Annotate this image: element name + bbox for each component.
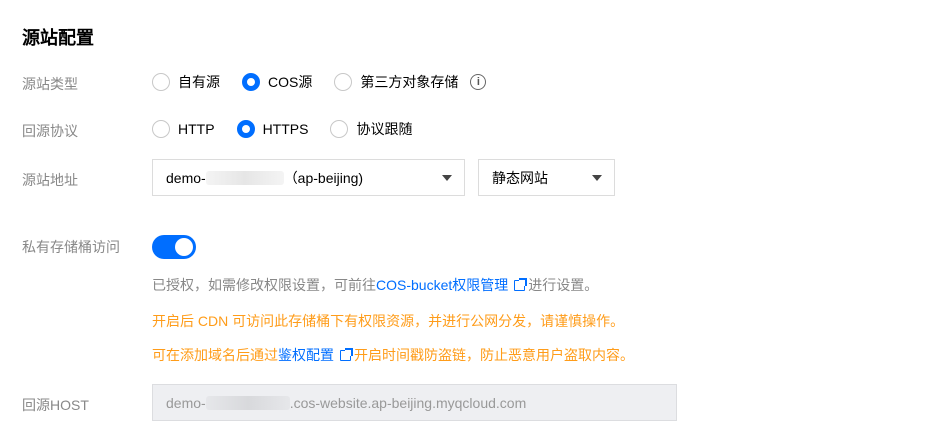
- private-bucket-toggle[interactable]: [152, 235, 196, 259]
- origin-host-label: 回源HOST: [22, 397, 89, 413]
- origin-type-label: 源站类型: [22, 76, 78, 92]
- radio-protocol-follow[interactable]: 协议跟随: [330, 119, 412, 139]
- redacted-text: [205, 395, 290, 410]
- bucket-prefix: demo-: [166, 169, 206, 186]
- radio-circle: [152, 73, 170, 91]
- radio-origin-cos[interactable]: COS源: [242, 72, 312, 92]
- auth-config-link[interactable]: 鉴权配置: [278, 347, 334, 363]
- bucket-select[interactable]: demo- （ap-beijing): [152, 159, 465, 196]
- warning-text: 开启后 CDN 可访问此存储桶下有权限资源，并进行公网分发，请谨慎操作。: [152, 313, 625, 329]
- radio-circle-selected: [236, 120, 255, 138]
- radio-circle-selected: [242, 73, 260, 91]
- origin-protocol-radio-group: HTTP HTTPS 协议跟随: [152, 119, 434, 139]
- note-text: 进行设置。: [528, 277, 599, 293]
- chevron-down-icon: [442, 175, 452, 181]
- site-type-select[interactable]: 静态网站: [478, 159, 615, 196]
- radio-circle: [152, 120, 170, 138]
- origin-protocol-label: 回源协议: [22, 123, 78, 139]
- origin-host-input[interactable]: demo- .cos-website.ap-beijing.myqcloud.c…: [152, 384, 677, 421]
- section-title: 源站配置: [22, 28, 94, 48]
- host-prefix: demo-: [166, 394, 206, 411]
- tip-text: 开启时间戳防盗链，防止恶意用户盗取内容。: [354, 347, 634, 363]
- radio-label: HTTPS: [262, 121, 309, 137]
- radio-origin-third-party[interactable]: 第三方对象存储: [334, 72, 458, 92]
- radio-label: COS源: [268, 74, 313, 90]
- cos-bucket-permission-link[interactable]: COS-bucket权限管理: [376, 277, 508, 293]
- tip-text: 可在添加域名后通过: [152, 347, 278, 363]
- origin-type-radio-group: 自有源 COS源 第三方对象存储 i: [152, 72, 487, 92]
- redacted-text: [205, 170, 284, 185]
- radio-circle: [330, 120, 349, 138]
- radio-protocol-http[interactable]: HTTP: [152, 120, 215, 138]
- site-type-value: 静态网站: [492, 169, 548, 186]
- host-suffix: .cos-website.ap-beijing.myqcloud.com: [289, 394, 527, 411]
- private-bucket-label: 私有存储桶访问: [22, 239, 120, 255]
- radio-label: 自有源: [178, 74, 220, 90]
- radio-origin-self[interactable]: 自有源: [152, 72, 220, 92]
- authorization-note: 已授权，如需修改权限设置，可前往COS-bucket权限管理 进行设置。: [152, 275, 598, 295]
- auth-tip: 可在添加域名后通过鉴权配置 开启时间戳防盗链，防止恶意用户盗取内容。: [152, 345, 634, 365]
- origin-address-label: 源站地址: [22, 172, 78, 188]
- toggle-knob: [175, 238, 193, 256]
- radio-protocol-https[interactable]: HTTPS: [236, 120, 309, 138]
- radio-circle: [334, 73, 353, 91]
- note-text: 已授权，如需修改权限设置，可前往: [152, 277, 376, 293]
- bucket-region: （ap-beijing): [283, 169, 364, 186]
- radio-label: 协议跟随: [356, 121, 413, 137]
- radio-label: 第三方对象存储: [360, 74, 459, 90]
- external-link-icon[interactable]: [514, 278, 528, 291]
- radio-label: HTTP: [178, 121, 215, 137]
- external-link-icon[interactable]: [340, 348, 353, 361]
- info-icon[interactable]: i: [470, 74, 487, 90]
- chevron-down-icon: [592, 175, 602, 181]
